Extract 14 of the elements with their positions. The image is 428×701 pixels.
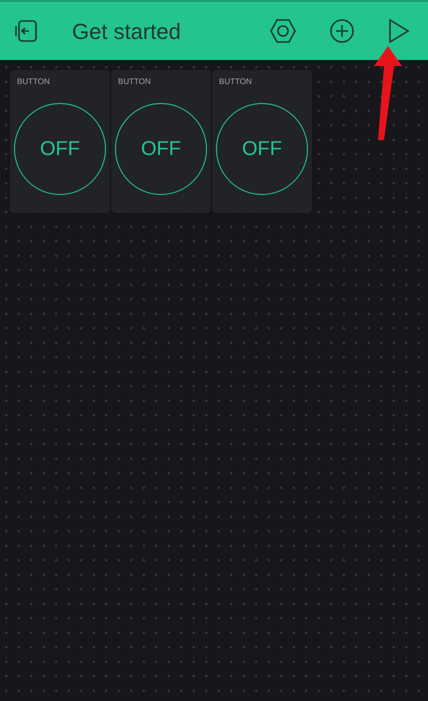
widget-label: BUTTON xyxy=(219,78,252,86)
toggle-button[interactable]: OFF xyxy=(216,103,308,195)
widget-tile[interactable]: BUTTON OFF xyxy=(10,70,110,213)
play-icon[interactable] xyxy=(388,18,410,44)
toggle-button[interactable]: OFF xyxy=(115,103,207,195)
widget-tile[interactable]: BUTTON OFF xyxy=(212,70,312,213)
widget-label: BUTTON xyxy=(118,78,151,86)
screen-title: Get started xyxy=(72,18,182,46)
hexagon-nut-icon[interactable] xyxy=(270,18,296,44)
toggle-button[interactable]: OFF xyxy=(14,103,106,195)
exit-icon[interactable] xyxy=(14,18,40,44)
add-icon[interactable] xyxy=(329,18,355,44)
widget-label: BUTTON xyxy=(17,78,50,86)
widget-tile[interactable]: BUTTON OFF xyxy=(111,70,211,213)
